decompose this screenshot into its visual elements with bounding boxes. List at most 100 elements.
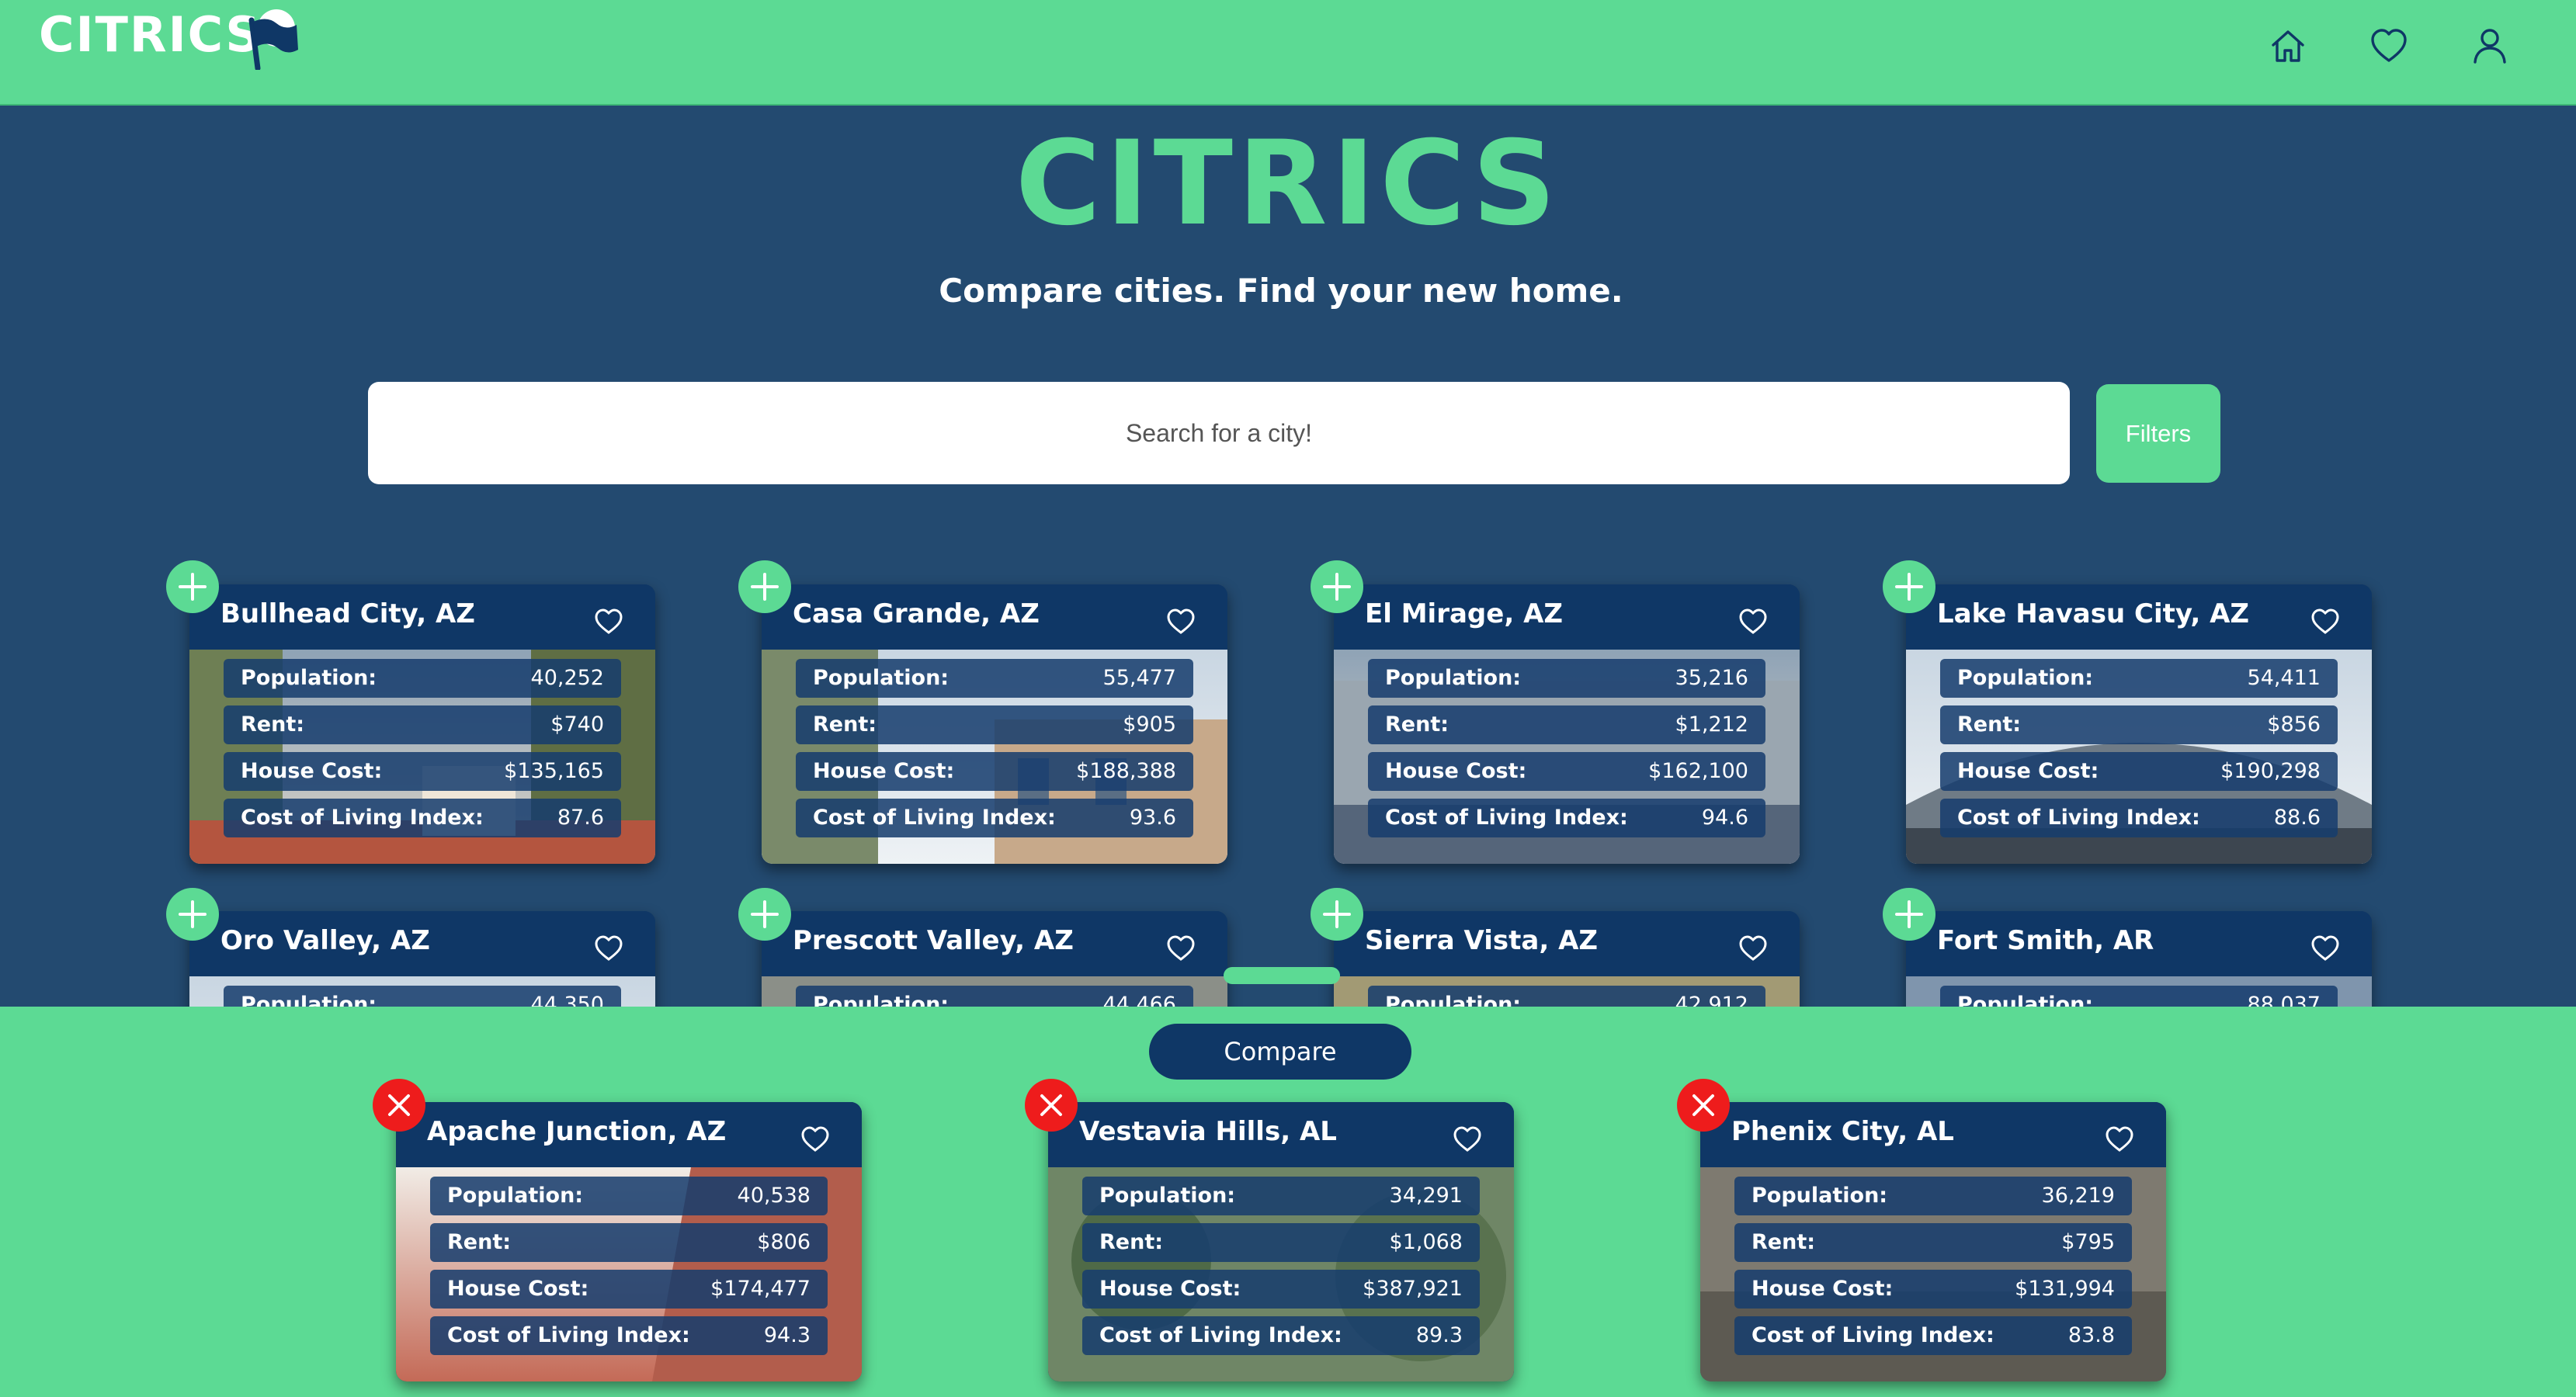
stat-house-cost: House Cost: $188,388 — [796, 752, 1193, 791]
city-name[interactable]: Apache Junction, AZ — [427, 1116, 726, 1147]
stat-col-index: Cost of Living Index: 94.6 — [1368, 799, 1765, 837]
city-card[interactable]: Bullhead City, AZ Population: 40,252 Rent… — [189, 584, 655, 864]
population-value: 44,350 — [530, 993, 604, 1007]
rent-value: $740 — [550, 712, 604, 737]
house-cost-value: $131,994 — [2015, 1277, 2115, 1301]
city-name[interactable]: Lake Havasu City, AZ — [1937, 598, 2249, 629]
rent-value: $806 — [757, 1230, 811, 1254]
house-cost-value: $135,165 — [504, 759, 604, 783]
city-name[interactable]: Oro Valley, AZ — [220, 925, 430, 956]
city-name[interactable]: Bullhead City, AZ — [220, 598, 475, 629]
remove-from-compare-button[interactable] — [1677, 1079, 1730, 1132]
favorite-heart-icon[interactable] — [1165, 606, 1196, 637]
stat-rent: Rent: $1,068 — [1082, 1223, 1480, 1262]
favorite-heart-icon[interactable] — [593, 933, 624, 964]
favorite-heart-icon[interactable] — [1738, 933, 1769, 964]
city-name[interactable]: Casa Grande, AZ — [793, 598, 1040, 629]
add-to-compare-button[interactable] — [1311, 888, 1363, 941]
heart-icon[interactable] — [2368, 25, 2410, 67]
stat-rent: Rent: $905 — [796, 705, 1193, 744]
city-name[interactable]: Phenix City, AL — [1731, 1116, 1954, 1147]
compare-city-card[interactable]: Phenix City, AL Population: 36,219 Rent: $… — [1700, 1102, 2166, 1381]
population-value: 42,912 — [1675, 993, 1748, 1007]
favorite-heart-icon[interactable] — [593, 606, 624, 637]
favorite-heart-icon[interactable] — [1738, 606, 1769, 637]
col-index-value: 94.3 — [763, 1323, 811, 1347]
add-to-compare-button[interactable] — [166, 560, 219, 613]
col-index-value: 87.6 — [557, 806, 604, 830]
stat-population: Population: 44,350 — [224, 986, 621, 1007]
city-name[interactable]: Sierra Vista, AZ — [1365, 925, 1598, 956]
stat-rent: Rent: $856 — [1940, 705, 2338, 744]
col-index-value: 94.6 — [1701, 806, 1748, 830]
stat-population: Population: 44,466 — [796, 986, 1193, 1007]
city-card[interactable]: Oro Valley, AZ Population: 44,350 — [189, 911, 655, 1007]
favorite-heart-icon[interactable] — [2310, 933, 2341, 964]
close-icon — [1692, 1094, 1714, 1116]
compare-button[interactable]: Compare — [1149, 1024, 1411, 1080]
remove-from-compare-button[interactable] — [1025, 1079, 1078, 1132]
city-card[interactable]: Sierra Vista, AZ Population: 42,912 — [1334, 911, 1800, 1007]
remove-from-compare-button[interactable] — [373, 1079, 425, 1132]
city-card[interactable]: Casa Grande, AZ Population: 55,477 Rent: $… — [762, 584, 1227, 864]
city-card[interactable]: Prescott Valley, AZ Population: 44,466 — [762, 911, 1227, 1007]
stat-col-index: Cost of Living Index: 89.3 — [1082, 1316, 1480, 1355]
tagline: Compare cities. Find your new home. — [939, 272, 1623, 310]
city-card[interactable]: Fort Smith, AR Population: 88,037 — [1906, 911, 2372, 1007]
city-card[interactable]: El Mirage, AZ Population: 35,216 Rent: $1,… — [1334, 584, 1800, 864]
col-index-value: 88.6 — [2273, 806, 2321, 830]
city-name[interactable]: Fort Smith, AR — [1937, 925, 2154, 956]
rent-value: $1,212 — [1675, 712, 1748, 737]
city-name[interactable]: Vestavia Hills, AL — [1079, 1116, 1337, 1147]
city-name[interactable]: El Mirage, AZ — [1365, 598, 1563, 629]
stat-col-index: Cost of Living Index: 94.3 — [430, 1316, 828, 1355]
user-icon[interactable] — [2469, 25, 2511, 67]
col-index-value: 89.3 — [1415, 1323, 1463, 1347]
population-value: 54,411 — [2247, 666, 2321, 690]
rent-value: $795 — [2061, 1230, 2115, 1254]
stat-population: Population: 42,912 — [1368, 986, 1765, 1007]
compare-city-card[interactable]: Vestavia Hills, AL Population: 34,291 Ren… — [1048, 1102, 1514, 1381]
filters-button[interactable]: Filters — [2096, 384, 2220, 483]
plus-icon — [1323, 573, 1351, 601]
favorite-heart-icon[interactable] — [800, 1124, 831, 1155]
plus-icon — [1895, 900, 1923, 928]
add-to-compare-button[interactable] — [738, 888, 791, 941]
stat-house-cost: House Cost: $174,477 — [430, 1270, 828, 1309]
compare-tray-handle[interactable] — [1224, 967, 1340, 984]
stat-col-index: Cost of Living Index: 88.6 — [1940, 799, 2338, 837]
favorite-heart-icon[interactable] — [2104, 1124, 2135, 1155]
city-grid[interactable]: Bullhead City, AZ Population: 40,252 Rent… — [0, 536, 2576, 1007]
add-to-compare-button[interactable] — [1883, 560, 1935, 613]
close-icon — [1040, 1094, 1062, 1116]
add-to-compare-button[interactable] — [738, 560, 791, 613]
brand-logo[interactable]: CITRICS — [39, 6, 262, 63]
rent-value: $856 — [2267, 712, 2321, 737]
population-value: 36,219 — [2041, 1184, 2115, 1208]
population-value: 88,037 — [2247, 993, 2321, 1007]
add-to-compare-button[interactable] — [1311, 560, 1363, 613]
compare-city-card[interactable]: Apache Junction, AZ Population: 40,538 Re… — [396, 1102, 862, 1381]
stat-population: Population: 40,252 — [224, 659, 621, 698]
city-search-input[interactable] — [368, 382, 2070, 484]
add-to-compare-button[interactable] — [166, 888, 219, 941]
stat-population: Population: 34,291 — [1082, 1177, 1480, 1215]
rent-value: $1,068 — [1389, 1230, 1463, 1254]
home-icon[interactable] — [2267, 25, 2309, 67]
house-cost-value: $190,298 — [2220, 759, 2321, 783]
stat-population: Population: 36,219 — [1734, 1177, 2132, 1215]
favorite-heart-icon[interactable] — [1165, 933, 1196, 964]
city-name[interactable]: Prescott Valley, AZ — [793, 925, 1074, 956]
stat-population: Population: 40,538 — [430, 1177, 828, 1215]
add-to-compare-button[interactable] — [1883, 888, 1935, 941]
population-value: 44,466 — [1102, 993, 1176, 1007]
stat-rent: Rent: $806 — [430, 1223, 828, 1262]
stat-population: Population: 35,216 — [1368, 659, 1765, 698]
city-card[interactable]: Lake Havasu City, AZ Population: 54,411 R… — [1906, 584, 2372, 864]
house-cost-value: $174,477 — [710, 1277, 811, 1301]
favorite-heart-icon[interactable] — [2310, 606, 2341, 637]
stat-house-cost: House Cost: $387,921 — [1082, 1270, 1480, 1309]
favorite-heart-icon[interactable] — [1452, 1124, 1483, 1155]
plus-icon — [751, 573, 779, 601]
col-index-value: 93.6 — [1129, 806, 1176, 830]
